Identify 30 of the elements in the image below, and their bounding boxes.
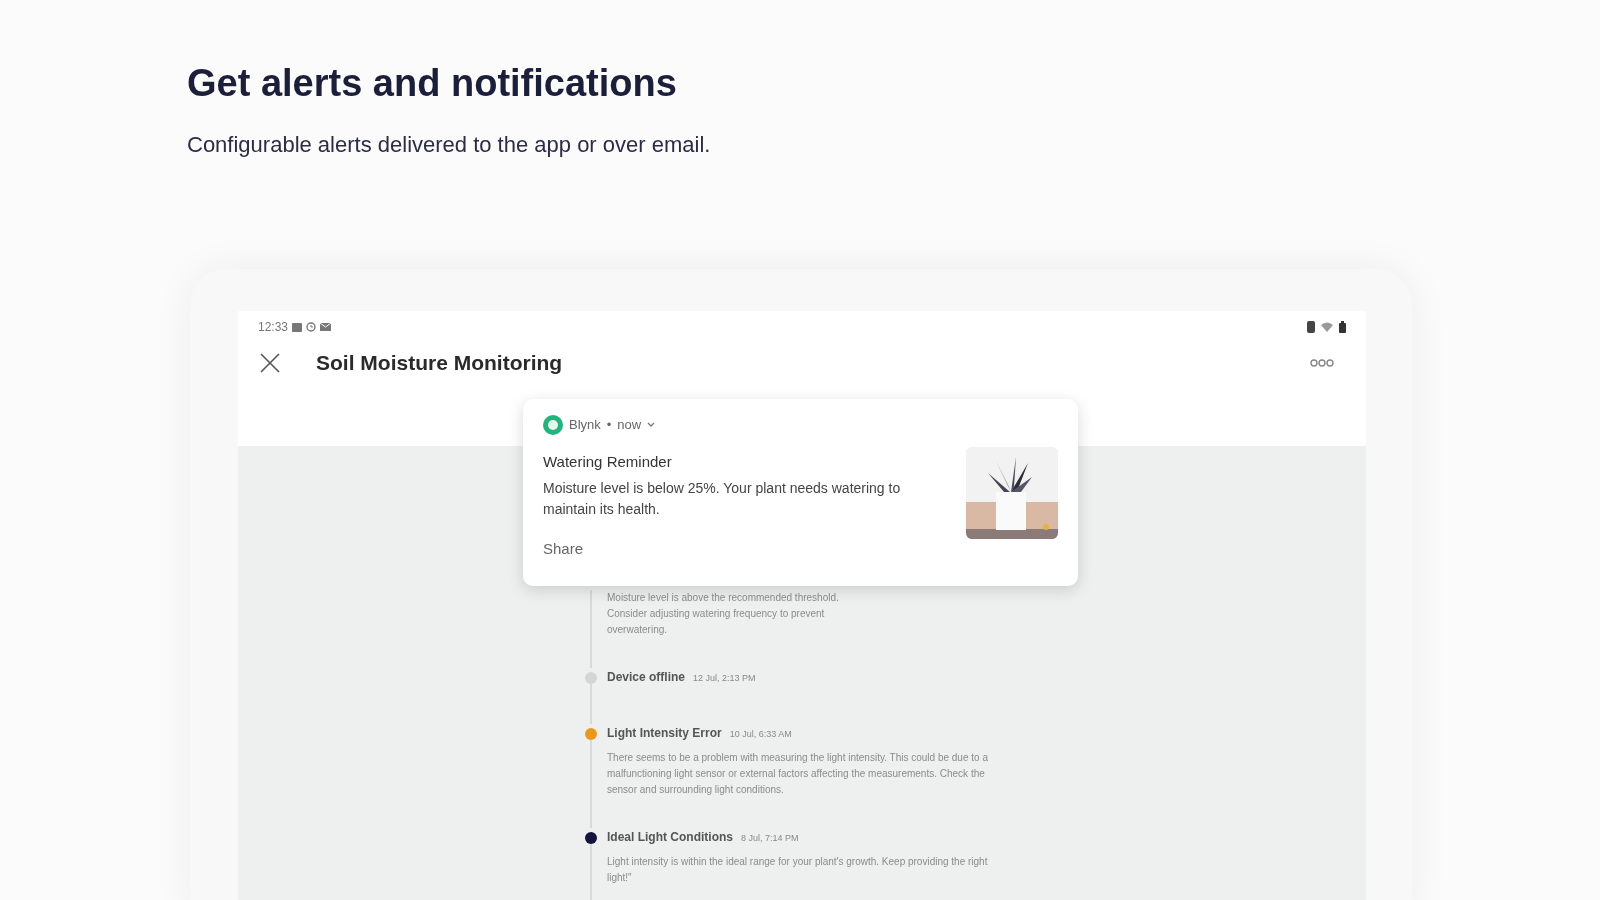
more-icon (1310, 358, 1334, 367)
share-button[interactable]: Share (543, 537, 584, 560)
event-description: There seems to be a problem with measuring the light intensity. This could be due to a malfunctioning light sensor or external factors affecting the measurements. Check the sensor and surrounding light conditions. (607, 751, 989, 797)
battery-icon (1339, 321, 1346, 333)
event-title: Light Intensity Error (607, 725, 722, 742)
chevron-down-icon (647, 422, 656, 428)
image-icon (292, 322, 303, 332)
notification-title: Watering Reminder (543, 452, 673, 472)
close-icon (259, 351, 281, 374)
vibrate-icon (1307, 321, 1315, 333)
page-heading: Get alerts and notifications (187, 61, 678, 106)
notification-body: Moisture level is below 25%. Your plant needs watering to maintain its health. (543, 478, 902, 519)
event-time: 12 Jul, 2:13 PM (693, 672, 756, 685)
event-description: Moisture level is above the recommended threshold. Consider adjusting watering frequency to prevent overwatering. (607, 591, 840, 637)
mail-icon (320, 323, 332, 331)
clock-icon (306, 322, 317, 332)
app-bar-title: Soil Moisture Monitoring (316, 350, 563, 376)
notification-app: Blynk (569, 416, 601, 435)
page-subheading: Configurable alerts delivered to the app or over email. (187, 131, 712, 159)
event-time: 10 Jul, 6:33 AM (729, 728, 792, 741)
status-time: 12:33 (258, 319, 289, 336)
event-time: 8 Jul, 7:14 PM (741, 832, 799, 845)
close-button[interactable] (258, 350, 282, 375)
notification-time: now (617, 416, 642, 435)
separator-dot: • (606, 416, 612, 435)
event-description: Light intensity is within the ideal range for your plant's growth. Keep providing the right light!" (607, 855, 989, 885)
app-logo-icon (543, 415, 563, 435)
event-title: Device offline (607, 669, 686, 686)
wifi-icon (1321, 322, 1333, 332)
event-title: Ideal Light Conditions (607, 829, 733, 846)
